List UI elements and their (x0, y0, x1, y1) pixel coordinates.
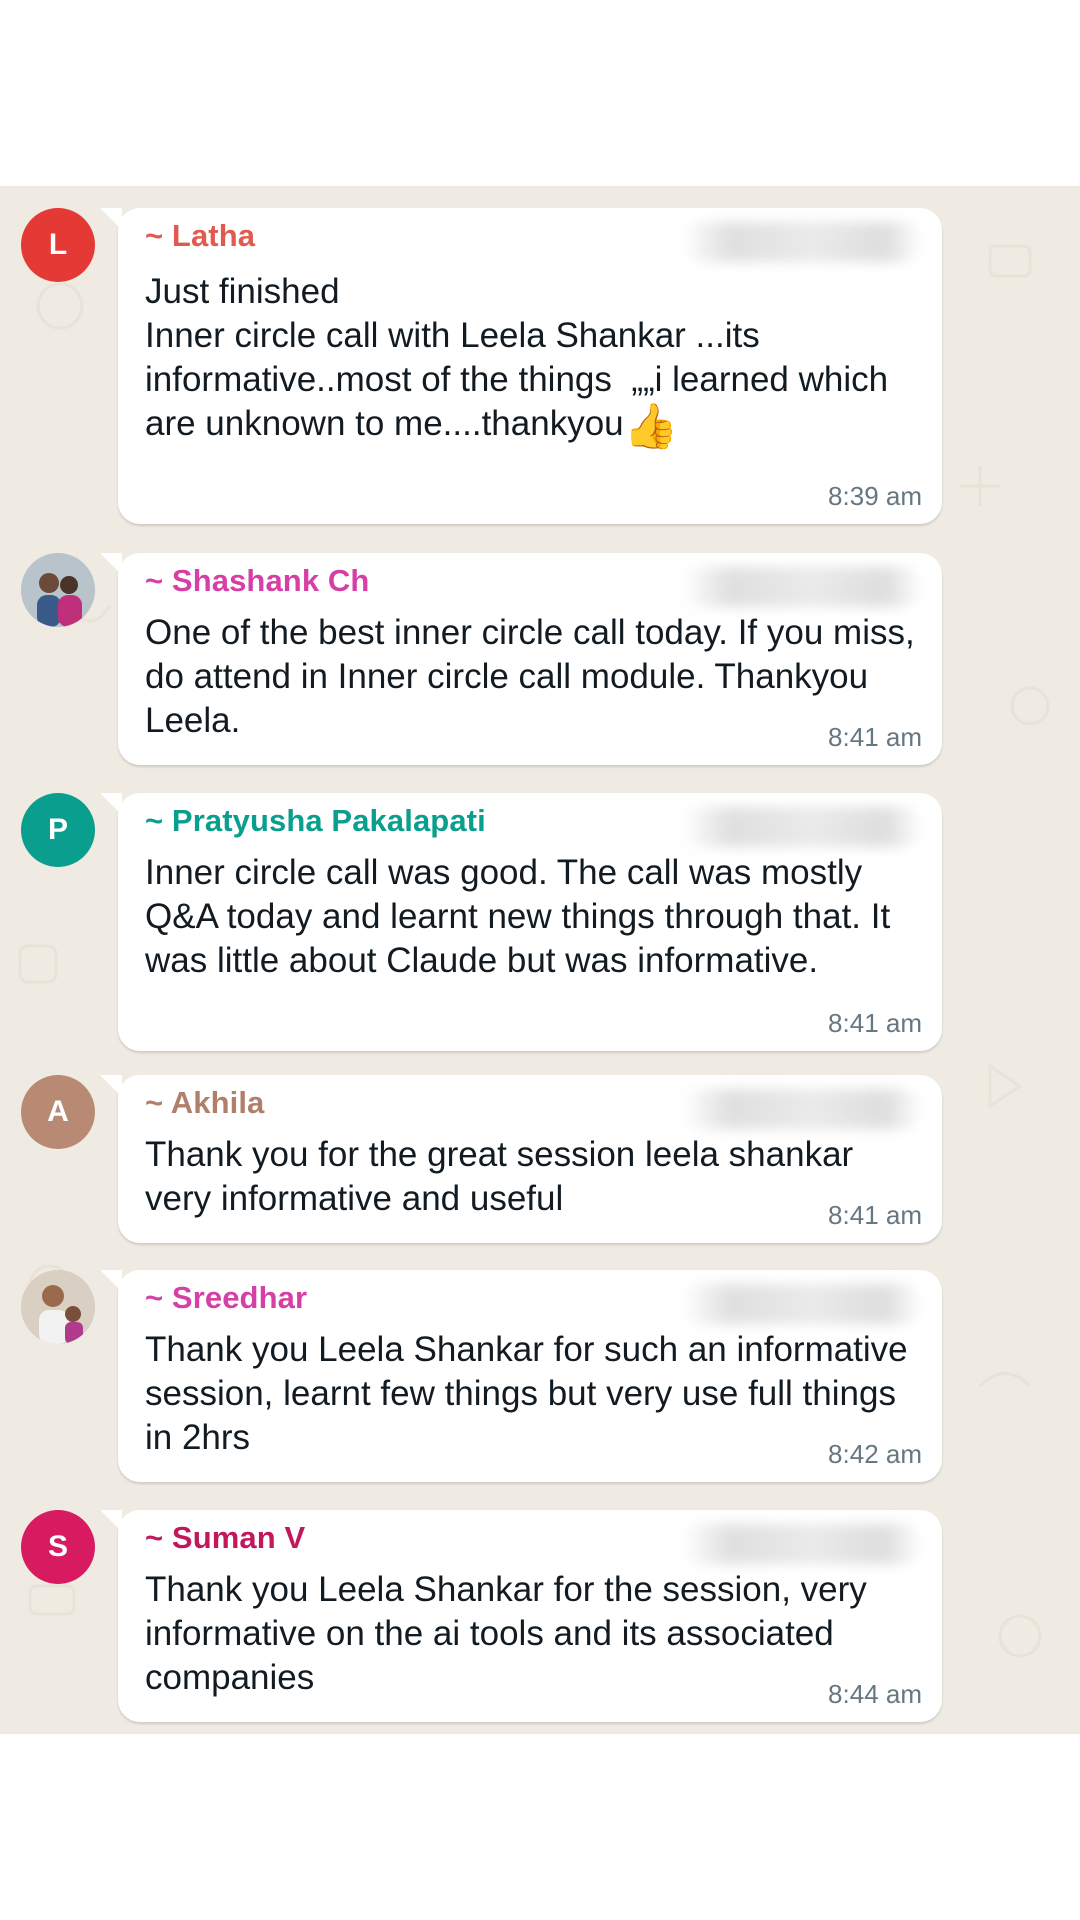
message-time: 8:41 am (828, 1200, 922, 1230)
avatar[interactable]: P (21, 793, 95, 867)
message-row[interactable]: P ~ Pratyusha Pakalapati Inner circle ca… (0, 771, 1080, 1053)
message-text: Thank you Leela Shankar for such an info… (145, 1330, 918, 1457)
thumbs-up-emoji: 👍 (623, 402, 679, 451)
message-time: 8:41 am (828, 1008, 922, 1038)
avatar[interactable]: L (21, 208, 95, 282)
avatar[interactable] (21, 1270, 95, 1344)
chat-area[interactable]: L ~ Latha Just finished Inner circle cal… (0, 186, 1080, 1734)
avatar[interactable]: S (21, 1510, 95, 1584)
user-photo-icon (21, 553, 95, 627)
redacted-phone-number (682, 222, 922, 262)
redacted-phone-number (682, 1089, 922, 1129)
bubble-tail (100, 553, 122, 575)
sender-name[interactable]: ~ Sreedhar (145, 1280, 307, 1316)
message-time: 8:39 am (828, 481, 922, 511)
bubble-tail (100, 208, 122, 230)
bubble-tail (100, 1510, 122, 1532)
sender-name[interactable]: ~ Shashank Ch (145, 563, 369, 599)
avatar-letter: P (47, 813, 68, 846)
avatar-letter: S (47, 1530, 68, 1563)
message-bubble[interactable]: ~ Suman V Thank you Leela Shankar for th… (100, 1510, 942, 1722)
message-row[interactable]: ~ Sreedhar Thank you Leela Shankar for s… (0, 1248, 1080, 1488)
user-photo-icon (21, 1270, 95, 1344)
message-row[interactable]: S ~ Suman V Thank you Leela Shankar for … (0, 1488, 1080, 1728)
sender-name[interactable]: ~ Pratyusha Pakalapati (145, 803, 486, 839)
message-bubble[interactable]: ~ Akhila Thank you for the great session… (100, 1075, 942, 1243)
redacted-phone-number (682, 1524, 922, 1564)
message-text: Thank you Leela Shankar for the session,… (145, 1570, 877, 1697)
message-bubble[interactable]: ~ Latha Just finished Inner circle call … (100, 208, 942, 524)
sender-name[interactable]: ~ Latha (145, 218, 255, 254)
message-time: 8:42 am (828, 1439, 922, 1469)
avatar[interactable]: A (21, 1075, 95, 1149)
message-row[interactable]: ~ Shashank Ch One of the best inner circ… (0, 531, 1080, 771)
message-time: 8:41 am (828, 722, 922, 752)
avatar-letter: L (48, 228, 68, 261)
avatar-letter: A (47, 1095, 69, 1128)
message-bubble[interactable]: ~ Shashank Ch One of the best inner circ… (100, 553, 942, 765)
bubble-tail (100, 793, 122, 815)
redacted-phone-number (682, 807, 922, 847)
redacted-phone-number (682, 1284, 922, 1324)
message-row[interactable]: A ~ Akhila Thank you for the great sessi… (0, 1053, 1080, 1248)
sender-name[interactable]: ~ Suman V (145, 1520, 305, 1556)
message-body: Just finished Inner circle call with Lee… (145, 272, 889, 443)
redacted-phone-number (682, 567, 922, 607)
message-bubble[interactable]: ~ Sreedhar Thank you Leela Shankar for s… (100, 1270, 942, 1482)
message-text: Thank you for the great session leela sh… (145, 1135, 863, 1218)
message-text: Inner circle call was good. The call was… (145, 853, 900, 980)
sender-name[interactable]: ~ Akhila (145, 1085, 264, 1121)
message-row[interactable]: L ~ Latha Just finished Inner circle cal… (0, 186, 1080, 526)
avatar[interactable] (21, 553, 95, 627)
message-text: One of the best inner circle call today.… (145, 613, 925, 740)
message-bubble[interactable]: ~ Pratyusha Pakalapati Inner circle call… (100, 793, 942, 1051)
bubble-tail (100, 1270, 122, 1292)
message-time: 8:44 am (828, 1679, 922, 1709)
message-text: Just finished Inner circle call with Lee… (145, 270, 925, 449)
bubble-tail (100, 1075, 122, 1097)
